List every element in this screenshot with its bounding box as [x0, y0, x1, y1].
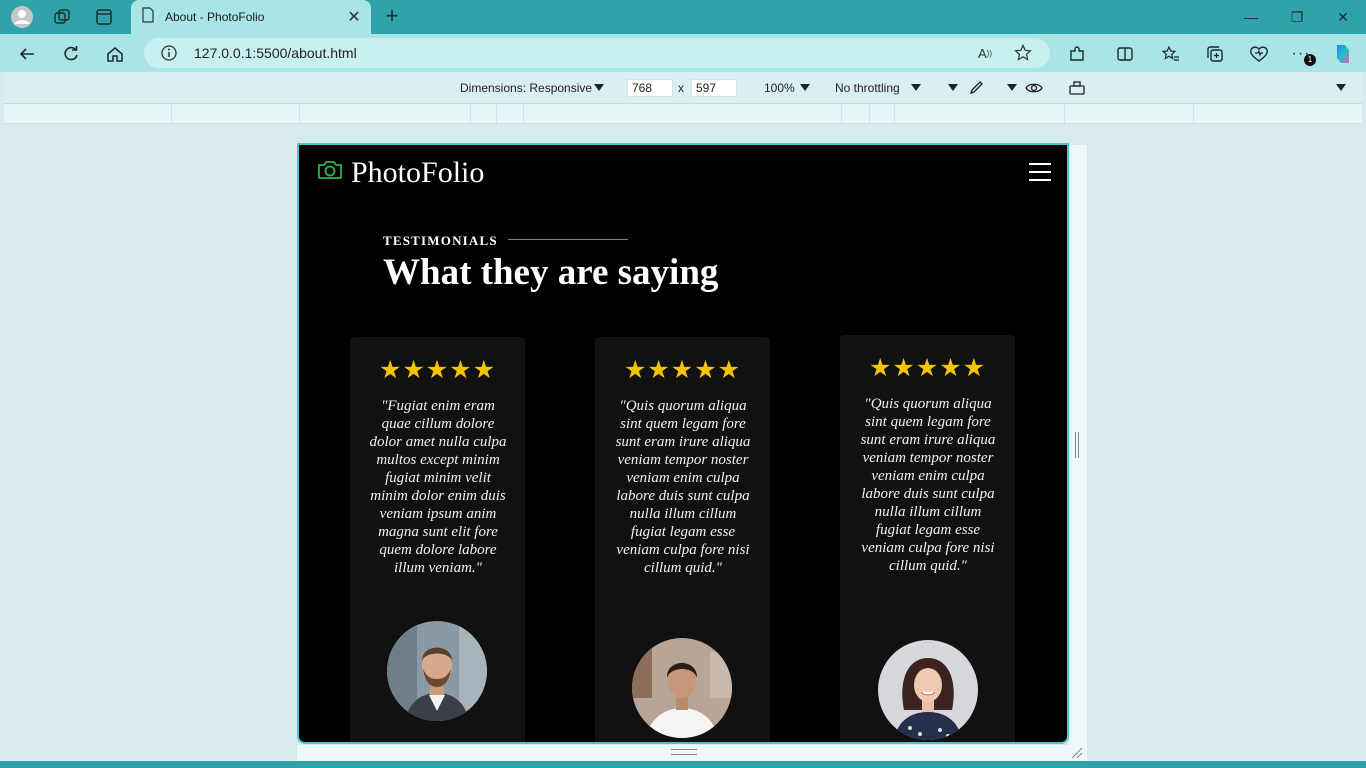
favorites-icon[interactable]: [1158, 41, 1184, 67]
device-toolbar-menu-caret-icon[interactable]: [1336, 84, 1346, 91]
split-screen-icon[interactable]: [1112, 41, 1138, 67]
section-eyebrow: TESTIMONIALS: [383, 233, 498, 248]
testimonial-card: ★★★★★ "Quis quorum aliqua sint quem lega…: [840, 335, 1015, 742]
tab-title: About - PhotoFolio: [165, 10, 265, 24]
workspaces-icon[interactable]: [50, 5, 74, 29]
testimonial-card: ★★★★★ "Fugiat enim eram quae cillum dolo…: [350, 337, 525, 742]
site-info-icon[interactable]: [160, 44, 178, 62]
viewport-width-resize-handle[interactable]: [1075, 432, 1079, 458]
new-tab-button[interactable]: +: [380, 5, 404, 29]
browser-toolbar: 127.0.0.1:5500/about.html A)) ··· 1: [0, 34, 1366, 72]
viewport-width-input[interactable]: 768: [627, 79, 673, 97]
testimonial-quote: "Fugiat enim eram quae cillum dolore dol…: [369, 398, 507, 576]
zoom-caret-icon[interactable]: [800, 84, 810, 91]
viewport-height-resize-handle[interactable]: [671, 749, 697, 755]
star-rating: ★★★★★: [378, 356, 497, 384]
star-rating: ★★★★★: [868, 354, 987, 382]
site-logo-text[interactable]: PhotoFolio: [351, 156, 484, 190]
close-window-button[interactable]: ✕: [1320, 0, 1366, 34]
zoom-select[interactable]: 100%: [764, 81, 795, 95]
dimension-separator: x: [678, 81, 684, 95]
rotate-device-icon[interactable]: [1068, 80, 1086, 101]
close-tab-icon[interactable]: ✕: [343, 6, 365, 28]
viewport-height-input[interactable]: 597: [691, 79, 737, 97]
testimonial-avatar: [632, 638, 732, 738]
tab-actions-icon[interactable]: [92, 5, 116, 29]
browser-tab-active[interactable]: About - PhotoFolio ✕: [131, 0, 371, 34]
more-device-options-caret-icon[interactable]: [948, 84, 958, 91]
site-header: PhotoFolio: [299, 145, 1067, 205]
page-icon: [141, 6, 155, 28]
testimonial-avatar: [878, 640, 978, 740]
dimensions-caret-icon[interactable]: [594, 84, 604, 91]
refresh-icon[interactable]: [58, 41, 84, 67]
dimensions-select[interactable]: Dimensions: Responsive: [460, 81, 592, 95]
testimonial-quote: "Quis quorum aliqua sint quem legam fore…: [860, 396, 996, 574]
notification-badge: 1: [1304, 54, 1316, 66]
read-aloud-icon[interactable]: A)): [974, 43, 996, 63]
home-icon[interactable]: [102, 41, 128, 67]
extensions-icon[interactable]: [1064, 41, 1090, 67]
profile-icon[interactable]: [10, 5, 34, 29]
minimize-button[interactable]: —: [1228, 0, 1274, 34]
camera-icon[interactable]: [317, 159, 343, 186]
collections-icon[interactable]: [1202, 41, 1228, 67]
eyebrow-divider: [508, 239, 628, 240]
section-title: What they are saying: [383, 252, 719, 293]
url-text: 127.0.0.1:5500/about.html: [194, 45, 357, 61]
browser-essentials-icon[interactable]: [1246, 41, 1272, 67]
star-rating: ★★★★★: [623, 356, 742, 384]
throttling-select[interactable]: No throttling: [835, 81, 900, 95]
throttling-caret-icon[interactable]: [911, 84, 921, 91]
browser-title-bar: About - PhotoFolio ✕ + — ❐ ✕: [0, 0, 1366, 34]
testimonial-card: ★★★★★ "Quis quorum aliqua sint quem lega…: [595, 337, 770, 742]
testimonial-quote: "Quis quorum aliqua sint quem legam fore…: [615, 398, 751, 576]
restore-button[interactable]: ❐: [1274, 0, 1320, 34]
eyedropper-icon[interactable]: [968, 80, 984, 101]
favorite-star-icon[interactable]: [1012, 43, 1034, 63]
vision-deficiency-eye-icon[interactable]: [1025, 80, 1043, 101]
hamburger-menu-icon[interactable]: [1029, 163, 1051, 181]
more-options-icon[interactable]: ··· 1: [1288, 41, 1316, 67]
media-query-ruler[interactable]: [4, 104, 1362, 124]
back-arrow-icon[interactable]: [14, 41, 40, 67]
vision-caret-icon[interactable]: [1007, 84, 1017, 91]
testimonial-avatar: [387, 621, 487, 721]
copilot-icon[interactable]: [1330, 41, 1356, 67]
window-bottom-border: [0, 761, 1366, 768]
address-bar[interactable]: 127.0.0.1:5500/about.html A)): [144, 38, 1050, 68]
device-toolbar: Dimensions: Responsive 768 x 597 100% No…: [4, 72, 1362, 104]
read-aloud-label: A: [978, 45, 987, 61]
emulated-viewport: PhotoFolio TESTIMONIALS What they are sa…: [297, 143, 1069, 744]
